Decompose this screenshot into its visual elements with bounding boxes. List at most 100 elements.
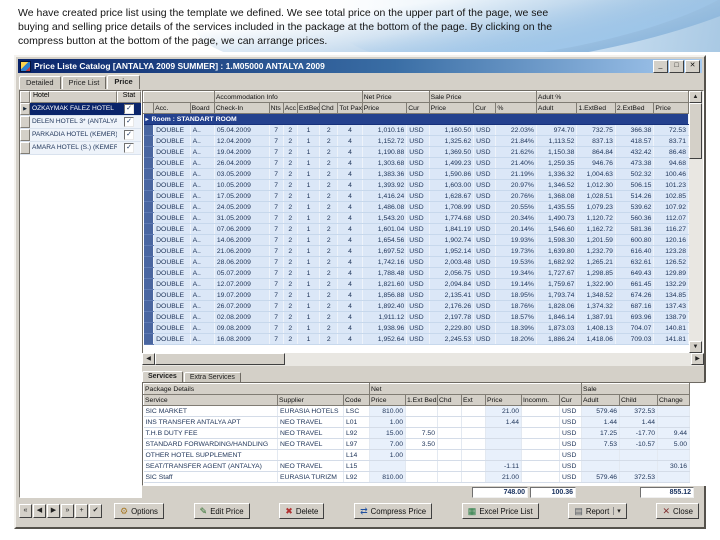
hotel-row[interactable]: DELEN HOTEL 3* (ANTALYA) ✓ — [20, 116, 141, 129]
cell[interactable]: 1,821.60 — [362, 278, 408, 290]
cell[interactable] — [521, 416, 560, 428]
compress-price-button[interactable]: ⇄ Compress Price — [354, 503, 433, 519]
cell[interactable] — [521, 471, 560, 483]
cell[interactable]: 1,387.91 — [576, 311, 616, 323]
cell[interactable] — [437, 416, 462, 428]
column-header[interactable]: Incomm. — [521, 394, 560, 406]
cell[interactable]: 581.36 — [615, 223, 655, 235]
cell[interactable]: 4 — [337, 245, 363, 257]
cell[interactable]: 4 — [337, 234, 363, 246]
cell[interactable]: 83.71 — [653, 135, 689, 147]
cell[interactable]: 2 — [283, 267, 298, 279]
cell[interactable]: L92 — [343, 471, 370, 483]
cell[interactable]: A.. — [190, 201, 215, 213]
cell[interactable]: 7.00 — [369, 438, 406, 450]
cell[interactable]: 20.55% — [495, 201, 537, 213]
cell[interactable]: 18.57% — [495, 311, 537, 323]
cell[interactable]: USD — [473, 267, 497, 279]
column-header[interactable]: Cur — [406, 102, 430, 114]
cell[interactable]: 1,004.63 — [576, 168, 616, 180]
cell[interactable]: USD — [473, 322, 497, 334]
cell[interactable]: 9.44 — [657, 427, 691, 439]
column-header[interactable]: Ext — [461, 394, 486, 406]
cell[interactable]: 19.04.2009 — [214, 146, 270, 158]
cell[interactable]: 19.14% — [495, 278, 537, 290]
cell[interactable]: 1,346.52 — [536, 179, 578, 191]
cell[interactable]: LSC — [343, 405, 370, 417]
cell[interactable]: 09.08.2009 — [214, 322, 270, 334]
cell[interactable]: 7 — [269, 278, 284, 290]
cell[interactable]: 1,435.55 — [536, 201, 578, 213]
cell[interactable]: 17.25 — [581, 427, 621, 439]
minimize-button[interactable]: _ — [653, 59, 668, 73]
cell[interactable]: A.. — [190, 322, 215, 334]
cell[interactable]: 134.85 — [653, 289, 689, 301]
price-row[interactable]: DOUBLE A.. 26.07.2009 7 2 1 2 4 1,892.40 USD 2,176… — [143, 300, 689, 312]
cell[interactable]: 05.07.2009 — [214, 267, 270, 279]
cell[interactable]: USD — [473, 278, 497, 290]
cell[interactable] — [521, 405, 560, 417]
cell[interactable] — [143, 223, 155, 235]
cell[interactable] — [143, 168, 155, 180]
cell[interactable]: USD — [559, 405, 583, 417]
price-row[interactable]: DOUBLE A.. 17.05.2009 7 2 1 2 4 1,416.24 USD 1,628… — [143, 190, 689, 202]
cell[interactable]: 19.34% — [495, 267, 537, 279]
cell[interactable]: DOUBLE — [153, 124, 191, 136]
cell[interactable] — [437, 438, 462, 450]
scroll-right-icon[interactable]: ▶ — [691, 353, 704, 365]
cell[interactable]: 19.93% — [495, 234, 537, 246]
cell[interactable] — [437, 471, 462, 483]
cell[interactable] — [143, 267, 155, 279]
report-dropdown-icon[interactable]: ▾ — [613, 507, 621, 515]
cell[interactable]: 366.38 — [615, 124, 655, 136]
cell[interactable]: 2 — [319, 267, 339, 279]
cell[interactable]: USD — [406, 124, 430, 136]
cell[interactable]: -17.70 — [619, 427, 659, 439]
hscroll-thumb[interactable] — [155, 353, 285, 365]
cell[interactable]: USD — [406, 311, 430, 323]
cell[interactable]: 129.89 — [653, 267, 689, 279]
cell[interactable]: 661.45 — [615, 278, 655, 290]
cell[interactable]: 7 — [269, 201, 284, 213]
cell[interactable] — [521, 460, 560, 472]
options-button[interactable]: ⚙ Options — [114, 503, 164, 519]
cell[interactable]: EURASIA HOTELS — [277, 405, 344, 417]
cell[interactable]: 1,416.24 — [362, 190, 408, 202]
cell[interactable]: 116.27 — [653, 223, 689, 235]
cell[interactable]: 1 — [297, 223, 321, 235]
column-header[interactable]: Acc. — [153, 102, 191, 114]
cell[interactable]: 1,727.67 — [536, 267, 578, 279]
cell[interactable]: 18.39% — [495, 322, 537, 334]
hotel-name[interactable]: PARKADIA HOTEL (KEMER) — [30, 129, 117, 141]
price-row[interactable]: DOUBLE A.. 07.06.2009 7 2 1 2 4 1,601.04 USD 1,841… — [143, 223, 689, 235]
cell[interactable]: USD — [406, 223, 430, 235]
cell[interactable]: 2 — [283, 135, 298, 147]
cell[interactable]: A.. — [190, 300, 215, 312]
cell[interactable] — [521, 449, 560, 461]
cell[interactable]: 2 — [319, 124, 339, 136]
cell[interactable] — [485, 438, 522, 450]
cell[interactable]: USD — [406, 278, 430, 290]
cell[interactable] — [581, 460, 621, 472]
nav-first-button[interactable]: « — [19, 504, 32, 518]
cell[interactable]: 120.16 — [653, 234, 689, 246]
cell[interactable]: USD — [406, 168, 430, 180]
cell[interactable] — [369, 460, 406, 472]
cell[interactable]: SIC Staff — [143, 471, 278, 483]
cell[interactable]: USD — [406, 300, 430, 312]
cell[interactable]: 1.44 — [581, 416, 621, 428]
cell[interactable]: USD — [406, 245, 430, 257]
cell[interactable]: L92 — [343, 427, 370, 439]
column-header[interactable]: Price — [369, 394, 406, 406]
cell[interactable] — [143, 256, 155, 268]
close-button[interactable]: ✕ Close — [656, 503, 699, 519]
cell[interactable]: USD — [406, 256, 430, 268]
cell[interactable]: 4 — [337, 168, 363, 180]
cell[interactable]: 1 — [297, 267, 321, 279]
cell[interactable]: 24.05.2009 — [214, 201, 270, 213]
cell[interactable]: 126.52 — [653, 256, 689, 268]
cell[interactable]: 02.08.2009 — [214, 311, 270, 323]
cell[interactable]: 21.62% — [495, 146, 537, 158]
cell[interactable]: 1,793.74 — [536, 289, 578, 301]
cell[interactable]: 2 — [283, 168, 298, 180]
